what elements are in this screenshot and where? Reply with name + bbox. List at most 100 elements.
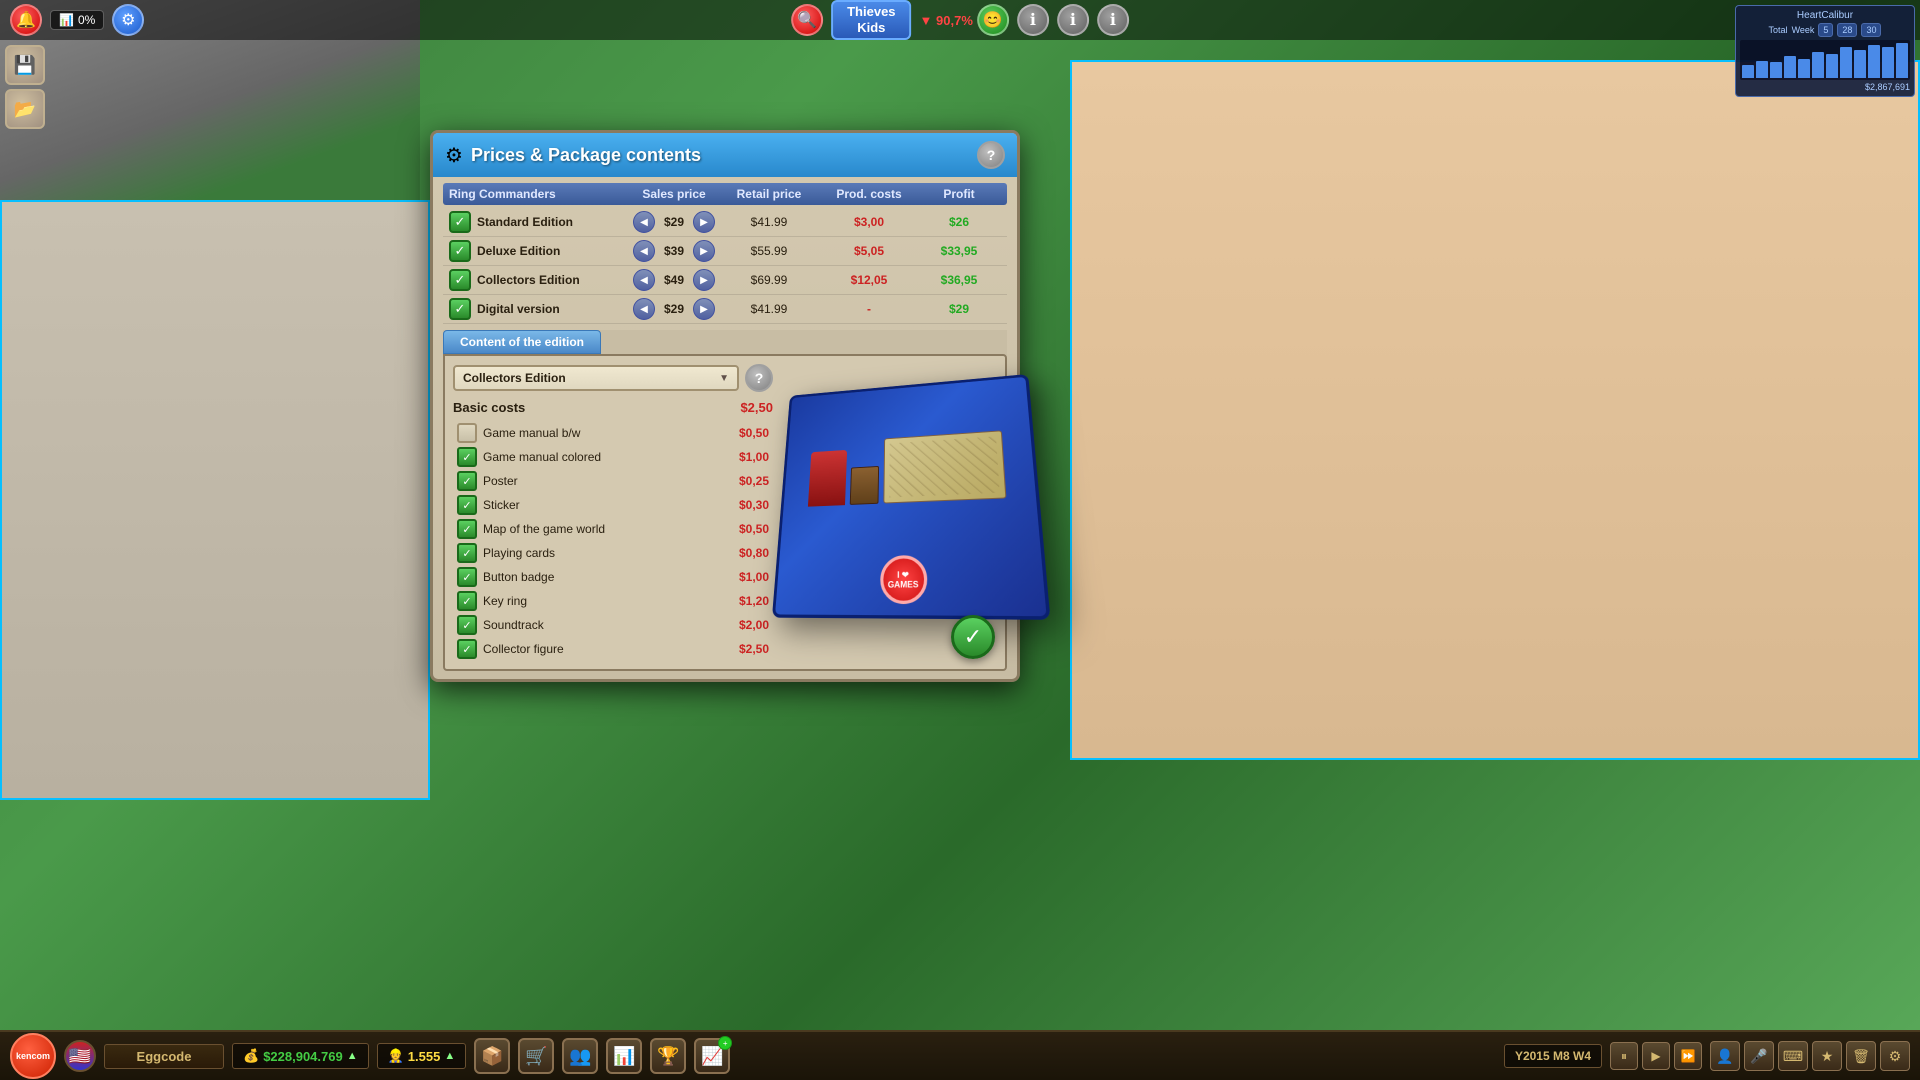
price-controls: ◀ $29 ▶ (629, 211, 719, 233)
money-value: $228,904.769 (263, 1049, 343, 1064)
price-increase-button[interactable]: ▶ (693, 269, 715, 291)
workers-value: 1.555 (408, 1049, 441, 1064)
product-name-cell: ✓ Collectors Edition (449, 269, 629, 291)
price-decrease-button[interactable]: ◀ (633, 211, 655, 233)
price-increase-button[interactable]: ▶ (693, 240, 715, 262)
mic-button[interactable]: 🎤 (1744, 1041, 1774, 1071)
fast-forward-button[interactable]: ⏩ (1674, 1042, 1702, 1070)
settings-button[interactable]: ⚙ (1880, 1041, 1910, 1071)
check-icon[interactable]: ✓ (449, 269, 471, 291)
content-body: Collectors Edition ▼ ? Basic costs $2,50… (443, 354, 1007, 671)
content-checkbox[interactable]: ✓ (457, 543, 477, 563)
price-decrease-button[interactable]: ◀ (633, 269, 655, 291)
content-checkbox[interactable] (457, 423, 477, 443)
happiness-bar: ▼ 90,7% 😊 (920, 4, 1009, 36)
list-item: ✓ Key ring $1,20 (453, 589, 773, 613)
products-table: Ring Commanders Sales price Retail price… (433, 177, 1017, 330)
people-button[interactable]: 👥 (562, 1038, 598, 1074)
price-increase-button[interactable]: ▶ (693, 211, 715, 233)
mini-chart-panel: HeartCalibur Total Week 5 28 30 $2,867,6… (1735, 5, 1915, 97)
pause-button[interactable]: ⏸ (1610, 1042, 1638, 1070)
content-checkbox[interactable]: ✓ (457, 495, 477, 515)
price-decrease-button[interactable]: ◀ (633, 298, 655, 320)
content-checkbox[interactable]: ✓ (457, 447, 477, 467)
content-item-name: Playing cards (483, 546, 555, 560)
chart-btn-3[interactable]: 30 (1861, 23, 1881, 37)
product-name: Digital version (477, 302, 560, 316)
sales-price-value: $29 (659, 302, 689, 316)
content-item-name: Collector figure (483, 642, 564, 656)
content-item-name: Key ring (483, 594, 527, 608)
favorite-button[interactable]: ★ (1812, 1041, 1842, 1071)
content-checkbox[interactable]: ✓ (457, 519, 477, 539)
content-item-left: ✓ Soundtrack (457, 615, 544, 635)
check-icon[interactable]: ✓ (449, 211, 471, 233)
store-button[interactable]: 🛒 (518, 1038, 554, 1074)
content-checkbox[interactable]: ✓ (457, 591, 477, 611)
content-item-left: ✓ Map of the game world (457, 519, 605, 539)
content-item-left: ✓ Collector figure (457, 639, 564, 659)
basic-costs-label: Basic costs (453, 400, 525, 415)
gear-button[interactable]: ⚙ (112, 4, 144, 36)
trophy-button[interactable]: 🏆 (650, 1038, 686, 1074)
col-prod-costs: Prod. costs (819, 187, 919, 201)
alert-button[interactable]: 🔔 (10, 4, 42, 36)
check-icon[interactable]: ✓ (449, 240, 471, 262)
confirm-button[interactable]: ✓ (951, 615, 995, 659)
dropdown-arrow-icon: ▼ (719, 373, 729, 384)
product-name: Collectors Edition (477, 273, 580, 287)
delete-button[interactable]: 🗑 (1846, 1041, 1876, 1071)
search-button[interactable]: 🔍 (791, 4, 823, 36)
play-button[interactable]: ▶ (1642, 1042, 1670, 1070)
save-button[interactable]: 💾 (5, 45, 45, 85)
product-name-cell: ✓ Standard Edition (449, 211, 629, 233)
top-left-buttons: 💾 📂 (5, 45, 45, 129)
profile-button[interactable]: 👤 (1710, 1041, 1740, 1071)
box-button[interactable]: 📦 (474, 1038, 510, 1074)
content-checkbox[interactable]: ✓ (457, 567, 477, 587)
info-button-1[interactable]: ℹ (1017, 4, 1049, 36)
dialog-help-button[interactable]: ? (977, 141, 1005, 169)
happiness-value: ▼ 90,7% (920, 13, 973, 28)
price-increase-button[interactable]: ▶ (693, 298, 715, 320)
chart-button[interactable]: 📈 + (694, 1038, 730, 1074)
content-item-name: Poster (483, 474, 518, 488)
profit-value: $26 (919, 215, 999, 229)
price-decrease-button[interactable]: ◀ (633, 240, 655, 262)
content-checkbox[interactable]: ✓ (457, 639, 477, 659)
happiness-icon: 😊 (977, 4, 1009, 36)
content-item-cost: $0,30 (739, 498, 769, 512)
flag-button[interactable]: 🇺🇸 (64, 1040, 96, 1072)
edition-dropdown[interactable]: Collectors Edition ▼ (453, 365, 739, 391)
list-item: ✓ Button badge $1,00 (453, 565, 773, 589)
chart-btn-1[interactable]: 5 (1818, 23, 1833, 37)
content-item-name: Soundtrack (483, 618, 544, 632)
edition-help-button[interactable]: ? (745, 364, 773, 392)
table-row: ✓ Standard Edition ◀ $29 ▶ $41.99 $3,00 … (443, 208, 1007, 237)
content-checkbox[interactable]: ✓ (457, 615, 477, 635)
sales-price-value: $39 (659, 244, 689, 258)
info-button-3[interactable]: ℹ (1097, 4, 1129, 36)
info-button-2[interactable]: ℹ (1057, 4, 1089, 36)
content-item-cost: $0,50 (739, 522, 769, 536)
percent-stat: 📊 0% (50, 10, 104, 30)
load-button[interactable]: 📂 (5, 89, 45, 129)
content-item-cost: $2,50 (739, 642, 769, 656)
content-tab[interactable]: Content of the edition (443, 330, 601, 354)
product-name: Standard Edition (477, 215, 573, 229)
content-item-name: Sticker (483, 498, 520, 512)
content-item-name: Game manual colored (483, 450, 601, 464)
company-name: Eggcode (104, 1044, 224, 1069)
content-item-cost: $0,80 (739, 546, 769, 560)
keyboard-button[interactable]: ⌨ (1778, 1041, 1808, 1071)
badge: + (718, 1036, 732, 1050)
dialog-title-bar: ⚙ Prices & Package contents ? (433, 133, 1017, 177)
bottom-hud: kencom 🇺🇸 Eggcode 💰 $228,904.769 ▲ 👷 1.5… (0, 1030, 1920, 1080)
game-title-box[interactable]: Thieves Kids (831, 0, 911, 39)
stat-percent-value: 0% (78, 13, 95, 27)
content-checkbox[interactable]: ✓ (457, 471, 477, 491)
check-icon[interactable]: ✓ (449, 298, 471, 320)
kencom-logo[interactable]: kencom (10, 1033, 56, 1079)
chart-btn-2[interactable]: 28 (1837, 23, 1857, 37)
report-button[interactable]: 📊 (606, 1038, 642, 1074)
